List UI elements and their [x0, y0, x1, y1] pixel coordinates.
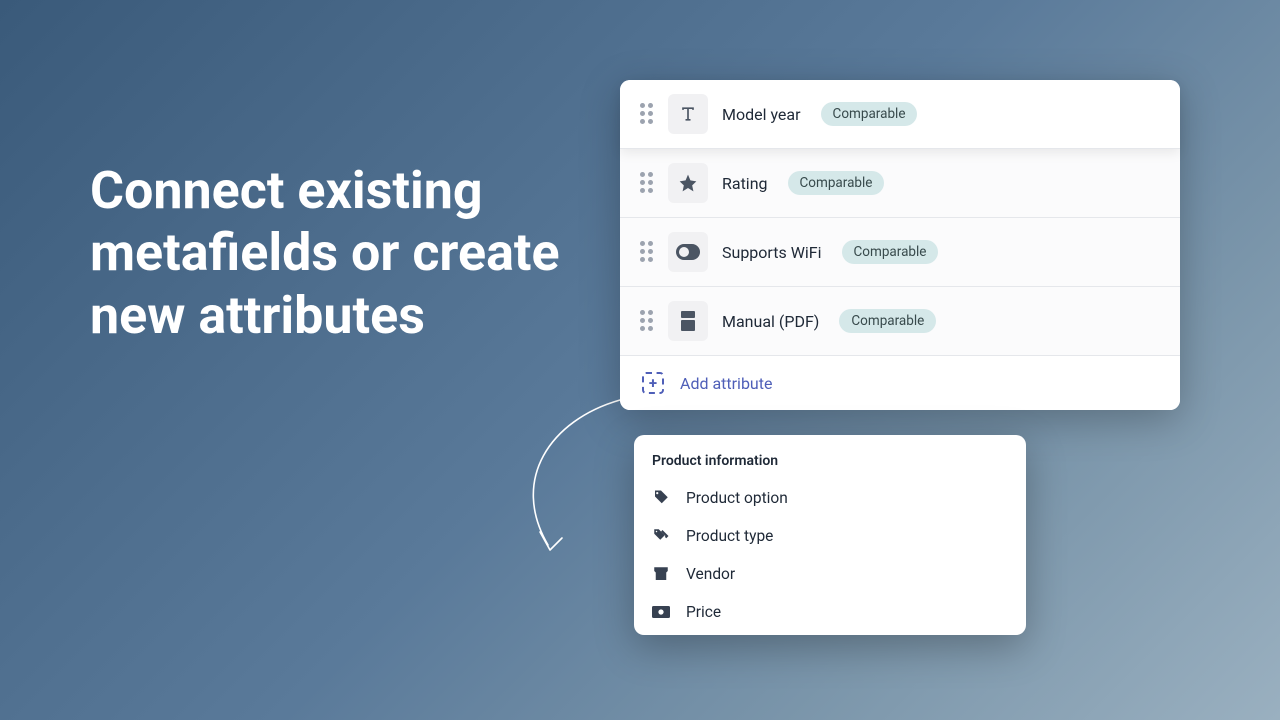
- attribute-label: Rating: [722, 174, 768, 193]
- attribute-row[interactable]: Supports WiFi Comparable: [620, 218, 1180, 287]
- toggle-icon: [668, 232, 708, 272]
- attribute-label: Model year: [722, 105, 801, 124]
- attribute-label: Manual (PDF): [722, 312, 819, 331]
- add-attribute-label: Add attribute: [680, 374, 772, 393]
- attribute-label: Supports WiFi: [722, 243, 822, 262]
- dropdown-item-label: Price: [686, 603, 721, 621]
- attributes-panel: Model year Comparable Rating Comparable …: [620, 80, 1180, 410]
- money-icon: [652, 603, 670, 621]
- product-info-dropdown: Product information Product option Produ…: [634, 435, 1026, 635]
- dropdown-header: Product information: [634, 447, 1026, 479]
- drag-handle-icon[interactable]: [640, 103, 654, 125]
- drag-handle-icon[interactable]: [640, 172, 654, 194]
- page-headline: Connect existing metafields or create ne…: [90, 160, 610, 347]
- store-icon: [652, 565, 670, 583]
- drag-handle-icon[interactable]: [640, 310, 654, 332]
- dropdown-item-product-type[interactable]: Product type: [634, 517, 1026, 555]
- dropdown-item-label: Product type: [686, 527, 773, 545]
- drag-handle-icon[interactable]: [640, 241, 654, 263]
- comparable-badge: Comparable: [842, 240, 939, 264]
- comparable-badge: Comparable: [821, 102, 918, 126]
- comparable-badge: Comparable: [788, 171, 885, 195]
- add-attribute-button[interactable]: + Add attribute: [620, 356, 1180, 410]
- dropdown-item-label: Vendor: [686, 565, 735, 583]
- attribute-row[interactable]: Model year Comparable: [620, 80, 1180, 149]
- tag-icon: [652, 489, 670, 507]
- tag-swap-icon: [652, 527, 670, 545]
- arrow-decoration: [500, 390, 640, 570]
- dropdown-item-price[interactable]: Price: [634, 593, 1026, 631]
- text-icon: [668, 94, 708, 134]
- attribute-row[interactable]: Rating Comparable: [620, 149, 1180, 218]
- dropdown-item-product-option[interactable]: Product option: [634, 479, 1026, 517]
- dropdown-item-vendor[interactable]: Vendor: [634, 555, 1026, 593]
- dropdown-item-label: Product option: [686, 489, 788, 507]
- file-icon: [668, 301, 708, 341]
- comparable-badge: Comparable: [839, 309, 936, 333]
- star-icon: [668, 163, 708, 203]
- plus-dashed-icon: +: [642, 372, 664, 394]
- attribute-row[interactable]: Manual (PDF) Comparable: [620, 287, 1180, 356]
